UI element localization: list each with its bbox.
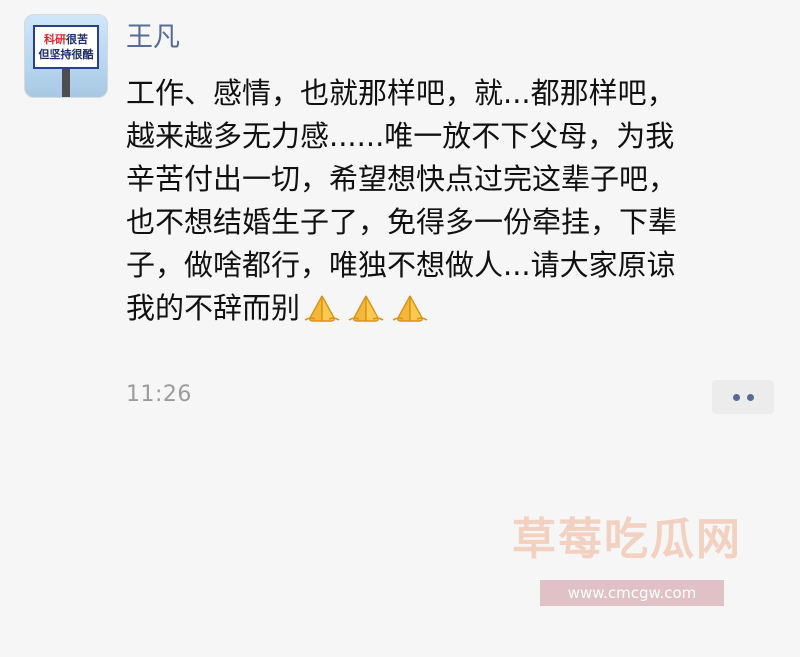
post-content: 工作、感情，也就那样吧，就...都那样吧， 越来越多无力感......唯一放不下… [126, 72, 781, 336]
author-name[interactable]: 王凡 [126, 20, 180, 56]
post-timestamp: 11:26 [126, 382, 192, 407]
post-text: 工作、感情，也就那样吧，就...都那样吧， 越来越多无力感......唯一放不下… [126, 76, 678, 325]
emoji-row [302, 292, 434, 336]
folded-hands-emoji [348, 295, 384, 322]
avatar-sign-line2: 但坚持很酷 [38, 48, 94, 61]
more-options-button[interactable] [712, 380, 774, 414]
more-dots-icon [732, 393, 740, 401]
avatar-sign-pole [62, 69, 70, 97]
folded-hands-emoji [304, 295, 340, 322]
avatar[interactable]: 科研很苦 但坚持很酷 [24, 14, 108, 98]
more-dots-icon [746, 393, 754, 401]
avatar-sign-line1: 科研很苦 [44, 32, 88, 47]
avatar-text-dark: 很苦 [66, 33, 88, 46]
folded-hands-emoji [392, 295, 428, 322]
avatar-sign: 科研很苦 但坚持很酷 [33, 25, 99, 69]
avatar-text-red: 科研 [44, 33, 66, 46]
moments-post: 科研很苦 但坚持很酷 王凡 工作、感情，也就那样吧，就...都那样吧， 越来越多… [0, 0, 800, 657]
